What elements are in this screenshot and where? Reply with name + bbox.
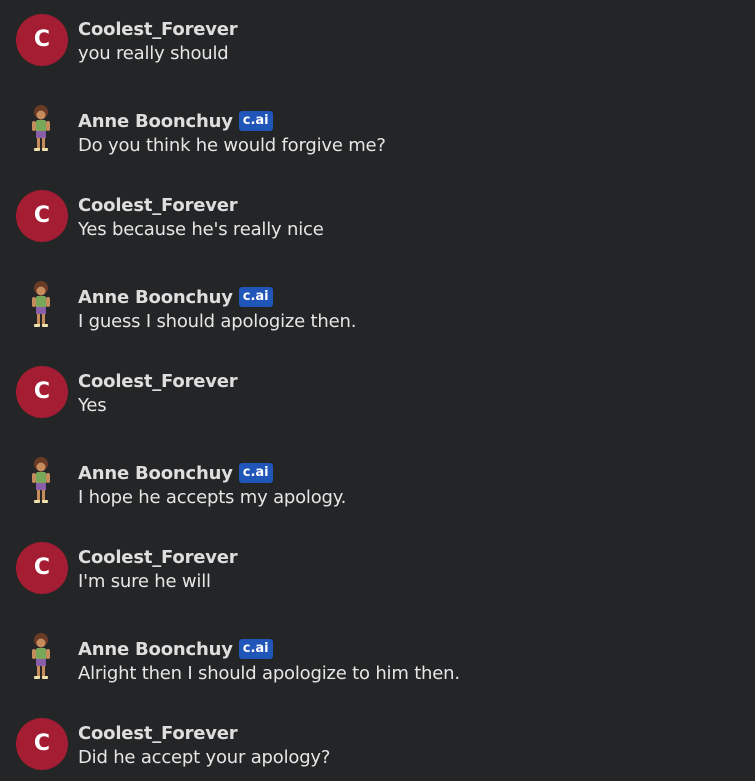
author-name[interactable]: Coolest_Forever: [78, 195, 238, 216]
character-avatar-icon[interactable]: [26, 280, 56, 332]
message-text: I'm sure he will: [78, 571, 211, 592]
author-name[interactable]: Anne Boonchuy: [78, 639, 233, 660]
message-text: I hope he accepts my apology.: [78, 487, 347, 508]
user-message: C Coolest_Forever Did he accept your apo…: [0, 704, 755, 774]
message-header: Coolest_Forever: [78, 721, 238, 745]
user-avatar[interactable]: C: [16, 366, 68, 418]
author-name[interactable]: Anne Boonchuy: [78, 463, 233, 484]
author-name[interactable]: Anne Boonchuy: [78, 287, 233, 308]
user-avatar[interactable]: C: [16, 718, 68, 770]
author-name[interactable]: Anne Boonchuy: [78, 111, 233, 132]
message-text: I guess I should apologize then.: [78, 311, 357, 332]
character-avatar-icon[interactable]: [26, 632, 56, 684]
ai-badge: c.ai: [238, 463, 273, 483]
ai-badge: c.ai: [238, 639, 273, 659]
message-text: Alright then I should apologize to him t…: [78, 663, 460, 684]
message-header: Coolest_Forever: [78, 545, 238, 569]
message-text: Did he accept your apology?: [78, 747, 331, 768]
author-name[interactable]: Coolest_Forever: [78, 547, 238, 568]
message-text: Yes: [78, 395, 107, 416]
user-avatar[interactable]: C: [16, 190, 68, 242]
author-name[interactable]: Coolest_Forever: [78, 19, 238, 40]
message-header: Coolest_Forever: [78, 193, 238, 217]
user-avatar[interactable]: C: [16, 14, 68, 66]
user-message: C Coolest_Forever you really should: [0, 0, 755, 70]
bot-message: Anne Boonchuy c.ai I guess I should apol…: [0, 268, 755, 338]
message-text: Do you think he would forgive me?: [78, 135, 386, 156]
ai-badge: c.ai: [238, 287, 273, 307]
bot-message: Anne Boonchuy c.ai Do you think he would…: [0, 92, 755, 162]
message-header: Anne Boonchuy c.ai: [78, 285, 273, 309]
user-message: C Coolest_Forever I'm sure he will: [0, 528, 755, 598]
message-text: Yes because he's really nice: [78, 219, 324, 240]
message-header: Anne Boonchuy c.ai: [78, 109, 273, 133]
character-avatar-icon[interactable]: [26, 104, 56, 156]
chat-transcript: C Coolest_Forever you really should Anne…: [0, 0, 755, 781]
bot-message: Anne Boonchuy c.ai I hope he accepts my …: [0, 444, 755, 514]
message-header: Coolest_Forever: [78, 17, 238, 41]
user-message: C Coolest_Forever Yes because he's reall…: [0, 176, 755, 246]
message-header: Coolest_Forever: [78, 369, 238, 393]
user-message: C Coolest_Forever Yes: [0, 352, 755, 422]
character-avatar-icon[interactable]: [26, 456, 56, 508]
author-name[interactable]: Coolest_Forever: [78, 723, 238, 744]
message-header: Anne Boonchuy c.ai: [78, 461, 273, 485]
bot-message: Anne Boonchuy c.ai Alright then I should…: [0, 620, 755, 690]
message-text: you really should: [78, 43, 229, 64]
message-header: Anne Boonchuy c.ai: [78, 637, 273, 661]
user-avatar[interactable]: C: [16, 542, 68, 594]
author-name[interactable]: Coolest_Forever: [78, 371, 238, 392]
ai-badge: c.ai: [238, 111, 273, 131]
